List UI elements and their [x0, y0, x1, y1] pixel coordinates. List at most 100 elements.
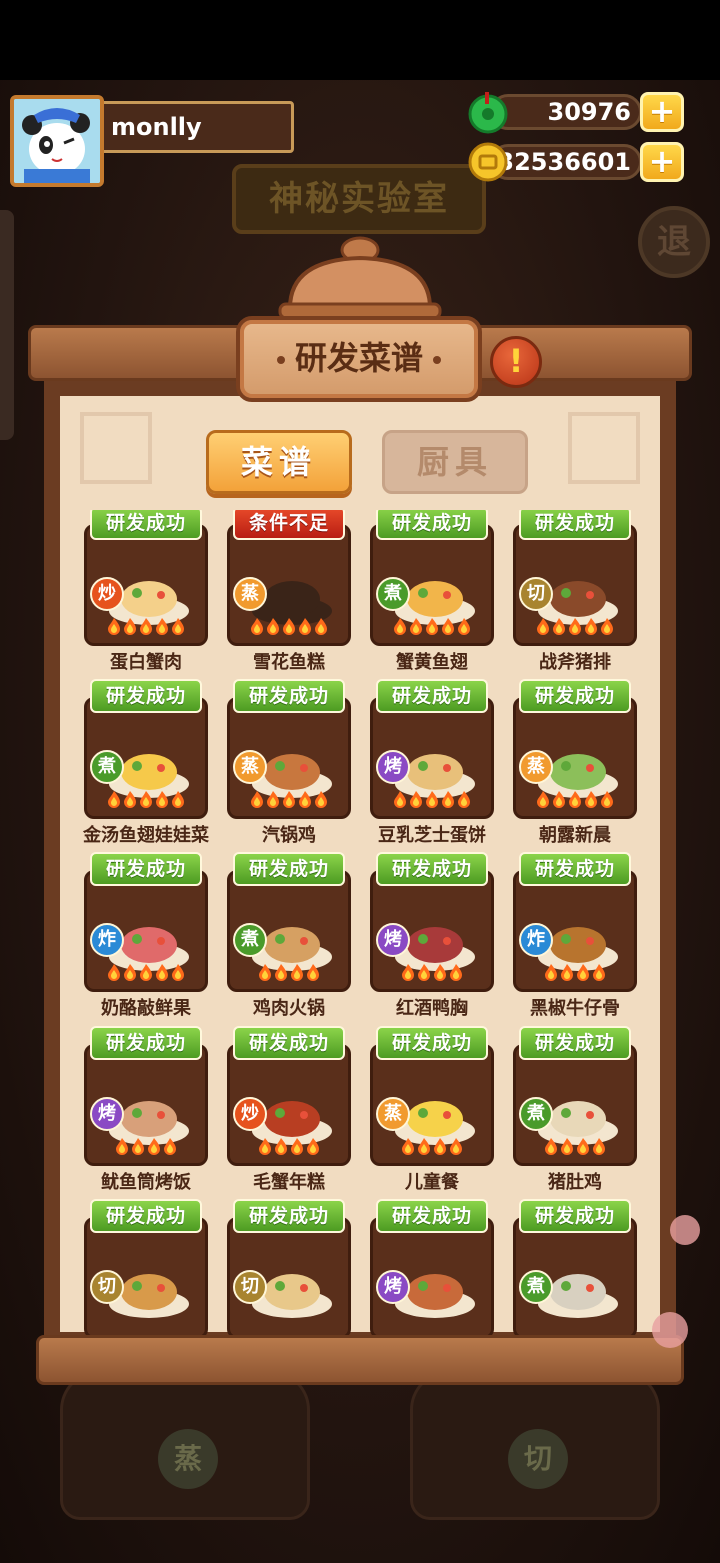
- cooking-method-badge: 炸: [519, 923, 553, 957]
- recipe-name: 豆乳芝士蛋饼: [378, 825, 486, 846]
- recipe-card[interactable]: 研发成功炸奶酪敲鲜果: [84, 852, 208, 1024]
- coin-amount: 32536601: [497, 148, 631, 176]
- flame-icon: [537, 791, 549, 808]
- recipe-image-frame: 炸: [513, 870, 637, 992]
- flame-icon: [394, 791, 406, 808]
- stove-left-label: 蒸: [158, 1429, 218, 1489]
- flame-icon: [561, 1138, 573, 1155]
- difficulty-flames: [87, 963, 205, 985]
- recipe-card[interactable]: 研发成功烤: [370, 1199, 494, 1336]
- recipe-card[interactable]: 研发成功烤红酒鸭胸: [370, 852, 494, 1024]
- difficulty-flames: [516, 963, 634, 985]
- recipe-status-badge: 研发成功: [519, 852, 631, 886]
- recipe-card[interactable]: 条件不足蒸雪花鱼糕: [227, 510, 351, 678]
- flame-icon: [267, 618, 279, 635]
- recipe-card[interactable]: 研发成功煮: [513, 1199, 637, 1336]
- recipe-card[interactable]: 研发成功切: [84, 1199, 208, 1336]
- stove-left: 蒸: [60, 1370, 310, 1520]
- recipe-card[interactable]: 研发成功炒蛋白蟹肉: [84, 510, 208, 678]
- panda-avatar-icon: [14, 99, 100, 183]
- recipe-image-frame: 炒: [227, 1044, 351, 1166]
- flame-icon: [442, 618, 454, 635]
- difficulty-flames: [373, 1137, 491, 1159]
- exit-button[interactable]: 退: [638, 206, 710, 278]
- flame-icon: [442, 791, 454, 808]
- recipe-image-frame: 烤: [370, 697, 494, 819]
- title-dot-right: [433, 356, 441, 364]
- flame-icon: [291, 1138, 303, 1155]
- recipe-card[interactable]: 研发成功煮金汤鱼翅娃娃菜: [83, 679, 209, 851]
- player-avatar[interactable]: [10, 95, 104, 187]
- recipe-card[interactable]: 研发成功切战斧猪排: [513, 510, 637, 678]
- recipe-card[interactable]: 研发成功烤鱿鱼筒烤饭: [84, 1026, 208, 1198]
- cooking-method-badge: 烤: [376, 750, 410, 784]
- tab-recipes[interactable]: 菜谱: [206, 430, 352, 494]
- recipe-status-badge: 研发成功: [90, 679, 202, 713]
- add-coin-button[interactable]: +: [640, 142, 684, 182]
- recipe-image-frame: 煮: [227, 870, 351, 992]
- difficulty-flames: [230, 1137, 348, 1159]
- lattice-deco-left: [80, 412, 152, 484]
- recipe-status-badge: 研发成功: [519, 1026, 631, 1060]
- recipe-status-badge: 研发成功: [233, 1199, 345, 1233]
- recipe-card[interactable]: 研发成功切: [227, 1199, 351, 1336]
- flame-icon: [394, 618, 406, 635]
- flame-icon: [577, 964, 589, 981]
- cooking-method-badge: 切: [519, 577, 553, 611]
- flame-icon: [156, 618, 168, 635]
- flame-icon: [426, 791, 438, 808]
- recipe-image-frame: 煮: [513, 1217, 637, 1336]
- recipe-card[interactable]: 研发成功烤豆乳芝士蛋饼: [370, 679, 494, 851]
- difficulty-flames: [373, 790, 491, 812]
- side-drawer-handle[interactable]: [0, 210, 14, 440]
- flame-icon: [410, 618, 422, 635]
- recipe-card[interactable]: 研发成功煮猪肚鸡: [513, 1026, 637, 1198]
- recipe-image-frame: 蒸: [227, 697, 351, 819]
- flame-icon: [124, 791, 136, 808]
- flame-icon: [108, 964, 120, 981]
- recipe-status-badge: 研发成功: [233, 1026, 345, 1060]
- flame-icon: [140, 791, 152, 808]
- flame-icon: [299, 618, 311, 635]
- recipe-image-frame: 烤: [84, 1044, 208, 1166]
- flame-icon: [124, 964, 136, 981]
- cooking-method-badge: 烤: [376, 923, 410, 957]
- difficulty-flames: [516, 790, 634, 812]
- player-name: monlly: [100, 101, 294, 153]
- recipe-card[interactable]: 研发成功煮鸡肉火锅: [227, 852, 351, 1024]
- flame-icon: [537, 618, 549, 635]
- recipe-card[interactable]: 研发成功蒸朝露新晨: [513, 679, 637, 851]
- recipe-image-frame: 炒: [84, 524, 208, 646]
- recipe-name: 鱿鱼筒烤饭: [101, 1172, 191, 1193]
- flame-icon: [140, 618, 152, 635]
- flame-icon: [291, 964, 303, 981]
- recipe-card[interactable]: 研发成功煮蟹黄鱼翅: [370, 510, 494, 678]
- flower-deco-icon: [652, 1312, 688, 1348]
- flame-icon: [601, 791, 613, 808]
- recipe-card[interactable]: 研发成功炸黑椒牛仔骨: [513, 852, 637, 1024]
- flame-icon: [426, 618, 438, 635]
- recipe-name: 猪肚鸡: [548, 1172, 602, 1193]
- recipe-status-badge: 研发成功: [376, 852, 488, 886]
- flame-icon: [434, 1138, 446, 1155]
- game-stage: 神秘实验室 退 蒸 切 monlly 30976 + 32536601 + 研发…: [0, 80, 720, 1563]
- recipe-card[interactable]: 研发成功炒毛蟹年糕: [227, 1026, 351, 1198]
- recipe-card[interactable]: 研发成功蒸儿童餐: [370, 1026, 494, 1198]
- recipe-status-badge: 研发成功: [376, 1199, 488, 1233]
- add-jade-button[interactable]: +: [640, 92, 684, 132]
- cooking-method-badge: 煮: [376, 577, 410, 611]
- recipe-name: 儿童餐: [405, 1172, 459, 1193]
- tab-cookware[interactable]: 厨具: [382, 430, 528, 494]
- recipe-card[interactable]: 研发成功蒸汽锅鸡: [227, 679, 351, 851]
- recipe-name: 金汤鱼翅娃娃菜: [83, 825, 209, 846]
- flame-icon: [585, 618, 597, 635]
- cooking-method-badge: 炒: [233, 1097, 267, 1131]
- flame-icon: [275, 1138, 287, 1155]
- coin-counter: 32536601: [490, 144, 642, 180]
- scroll-bottom-rod: [36, 1335, 684, 1385]
- flame-icon: [569, 791, 581, 808]
- info-alert-button[interactable]: !: [490, 336, 542, 388]
- recipe-name: 蟹黄鱼翅: [396, 652, 468, 673]
- flame-icon: [601, 618, 613, 635]
- flower-deco-icon: [670, 1215, 700, 1245]
